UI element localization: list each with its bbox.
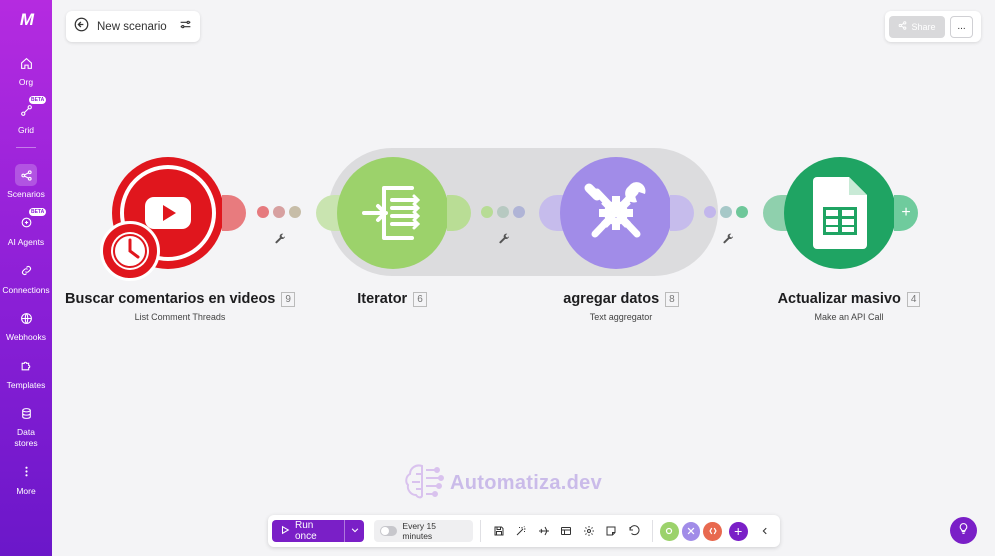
module-iterator[interactable]	[316, 157, 471, 269]
flow-control-icon[interactable]	[660, 521, 679, 541]
module-number-badge: 9	[281, 291, 295, 307]
lightbulb-icon	[957, 522, 970, 540]
sidebar-item-label: Webhooks	[5, 332, 46, 343]
module-title[interactable]: Iterator	[357, 291, 407, 307]
schedule-clock-icon[interactable]	[100, 221, 160, 281]
beta-badge: BETA	[29, 95, 47, 104]
sidebar-item-label: More	[16, 485, 36, 496]
sidebar-item-webhooks[interactable]: Webhooks	[0, 307, 52, 343]
json-mini-icon[interactable]	[703, 521, 722, 541]
sidebar-item-ai-agents[interactable]: BETA AI Agents	[0, 207, 52, 248]
module-number-badge: 4	[906, 291, 921, 307]
chevron-down-icon	[350, 525, 360, 538]
airplane-icon[interactable]	[533, 520, 556, 542]
module-label: Buscar comentarios en videos 9 List Comme…	[62, 290, 298, 322]
toolbar-divider	[479, 520, 481, 542]
route-dots	[481, 206, 525, 218]
note-icon[interactable]	[600, 520, 623, 542]
sidebar-item-label: AI Agents	[7, 236, 45, 247]
iterator-icon	[362, 186, 421, 240]
route-dots	[704, 206, 748, 218]
globe-icon	[15, 307, 37, 329]
brain-icon	[404, 462, 444, 505]
module-google-sheets[interactable]: +	[763, 157, 918, 269]
module-label: agregar datos 8 Text aggregator	[551, 290, 691, 322]
save-icon[interactable]	[488, 520, 511, 542]
route-dots	[257, 206, 301, 218]
module-circle[interactable]: +	[784, 157, 918, 269]
share-nodes-icon	[15, 164, 37, 187]
module-subtitle: List Comment Threads	[134, 312, 226, 322]
add-module-connector[interactable]: +	[894, 195, 918, 231]
schedule-toggle[interactable]	[379, 526, 398, 536]
table-icon[interactable]	[555, 520, 578, 542]
tools-icon	[584, 182, 646, 238]
link-icon	[15, 260, 37, 282]
sidebar-item-templates[interactable]: Templates	[0, 355, 52, 391]
sidebar-item-org[interactable]: Org	[0, 52, 52, 88]
wrench-icon[interactable]	[498, 233, 510, 248]
sidebar-item-label: Data stores	[14, 427, 38, 448]
schedule-control[interactable]: Every 15 minutes	[373, 520, 473, 542]
sidebar-item-connections[interactable]: Connections	[0, 260, 52, 296]
home-icon	[15, 52, 37, 74]
tools-mini-icon[interactable]	[681, 521, 701, 541]
google-sheets-icon	[813, 177, 867, 249]
module-connector[interactable]	[222, 195, 246, 231]
watermark-text: Automatiza.dev	[450, 472, 603, 494]
make-logo[interactable]: M	[20, 10, 34, 30]
gear-icon[interactable]	[578, 520, 601, 542]
module-title[interactable]: Buscar comentarios en videos	[65, 291, 275, 307]
sidebar-item-label: Scenarios	[7, 189, 45, 200]
run-once-label: Run once	[295, 520, 317, 542]
beta-badge: BETA	[29, 207, 47, 217]
sidebar-item-label: Grid	[17, 124, 35, 135]
help-button[interactable]	[950, 517, 977, 544]
module-circle[interactable]	[560, 157, 694, 269]
sidebar-item-more[interactable]: More	[0, 461, 52, 497]
more-vertical-icon	[15, 461, 37, 483]
wrench-icon[interactable]	[722, 233, 734, 248]
module-youtube[interactable]	[100, 157, 246, 281]
module-number-badge: 6	[413, 291, 427, 307]
sidebar-item-label: Org	[18, 77, 34, 87]
run-options-dropdown[interactable]	[344, 520, 364, 542]
sidebar-item-label: Connections	[2, 284, 50, 295]
sidebar-item-scenarios[interactable]: Scenarios	[0, 164, 52, 200]
run-once-button[interactable]: Run once	[272, 520, 344, 542]
run-once-button-group: Run once	[272, 520, 364, 542]
module-title[interactable]: Actualizar masivo	[778, 291, 901, 307]
toolbar-divider	[652, 520, 654, 542]
wrench-icon[interactable]	[274, 233, 286, 248]
sidebar-divider	[16, 147, 36, 149]
module-subtitle: Make an API Call	[814, 312, 884, 322]
sidebar: M Org BETA Grid Scenarios BETA AI Agents…	[0, 0, 52, 556]
module-label: Iterator 6	[342, 290, 442, 308]
watermark: Automatiza.dev	[404, 462, 602, 505]
magic-wand-icon[interactable]	[510, 520, 533, 542]
sidebar-item-label: Templates	[6, 379, 46, 390]
sidebar-item-data-stores[interactable]: Data stores	[0, 402, 52, 448]
module-number-badge: 8	[665, 291, 679, 307]
schedule-label: Every 15 minutes	[402, 521, 436, 541]
sidebar-item-grid[interactable]: BETA Grid	[0, 95, 52, 136]
bottom-toolbar: Run once Every 15 minutes +	[268, 515, 780, 547]
collapse-chevron-icon[interactable]	[754, 520, 777, 542]
module-title[interactable]: agregar datos	[563, 291, 659, 307]
puzzle-icon	[15, 355, 37, 377]
module-label: Actualizar masivo 4 Make an API Call	[774, 290, 924, 322]
youtube-icon	[145, 197, 191, 229]
undo-icon[interactable]	[623, 520, 646, 542]
module-text-aggregator[interactable]	[539, 157, 694, 269]
database-icon	[15, 402, 37, 424]
module-subtitle: Text aggregator	[589, 312, 653, 322]
play-icon	[280, 525, 290, 538]
add-module-button[interactable]: +	[728, 521, 748, 541]
module-circle[interactable]	[337, 157, 471, 269]
